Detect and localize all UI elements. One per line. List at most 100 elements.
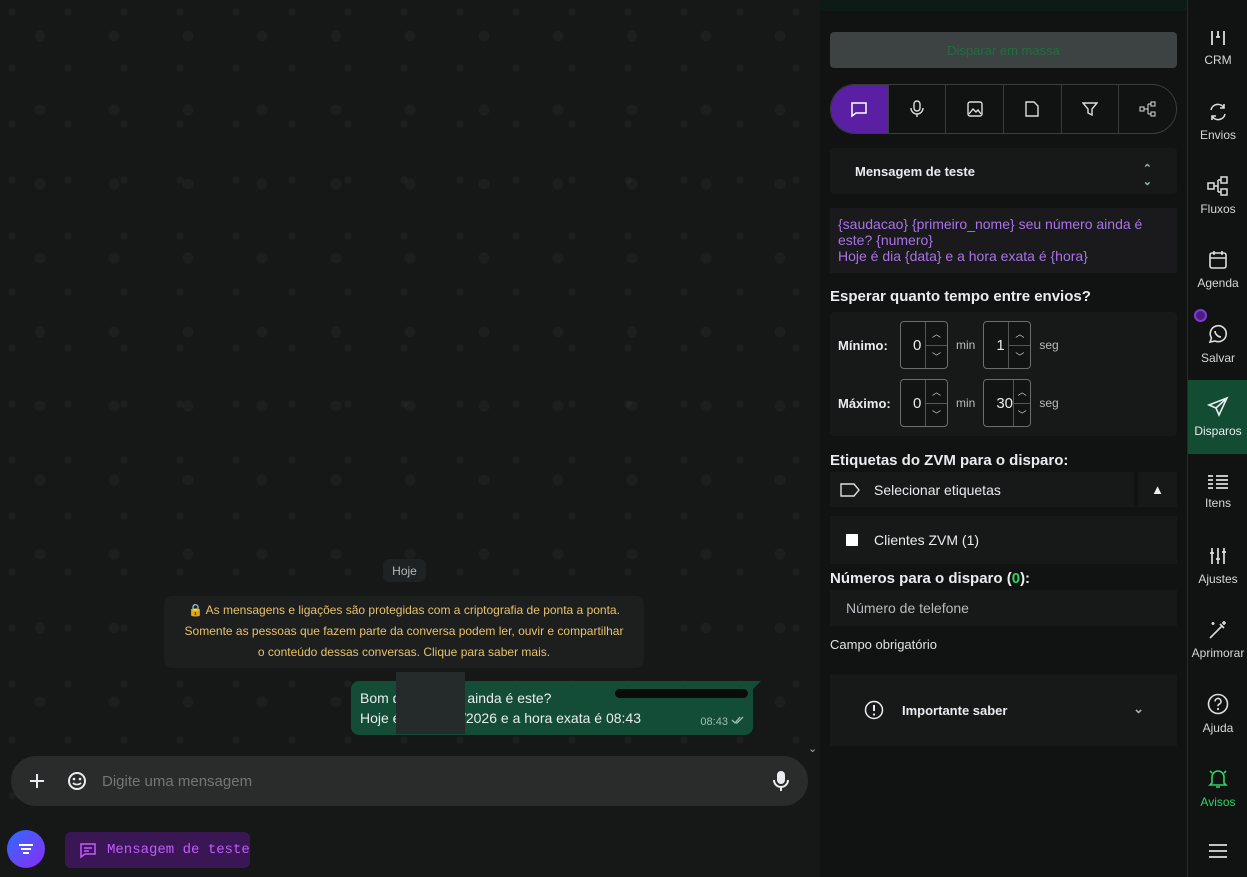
nav-agenda[interactable]: Agenda — [1188, 233, 1247, 307]
nav-crm[interactable]: CRM — [1188, 11, 1247, 85]
tags-select-label: Selecionar etiquetas — [874, 481, 1001, 498]
stepper: ︿ ﹀ — [1013, 380, 1031, 427]
message-template-text[interactable]: {saudacao} {primeiro_nome} seu número ai… — [830, 208, 1177, 273]
chevron-down-icon[interactable]: ﹀ — [926, 404, 947, 427]
chevron-down-icon[interactable]: ﹀ — [1014, 404, 1030, 427]
wait-settings: Mínimo: 0 ︿ ﹀ min 1 ︿ ﹀ seg Máximo: 0 ︿ ﹀ min … — [830, 312, 1177, 436]
important-label: Importante saber — [902, 702, 1008, 718]
tags-select[interactable]: Selecionar etiquetas — [830, 472, 1134, 507]
template-select[interactable]: Mensagem de teste ⌃ ⌄ — [830, 148, 1177, 194]
filter-lines-icon — [19, 844, 33, 854]
tag-icon — [840, 482, 860, 497]
chevron-up-icon[interactable]: ︿ — [926, 322, 947, 346]
tab-flow[interactable] — [1118, 85, 1176, 133]
chat-area: Hoje 🔒 As mensagens e ligações são prote… — [0, 0, 820, 820]
encryption-notice[interactable]: 🔒 As mensagens e ligações são protegidas… — [164, 596, 644, 668]
nav-label: Agenda — [1197, 276, 1239, 290]
tag-option[interactable]: Clientes ZVM (1) — [830, 516, 1177, 564]
max-label: Máximo: — [838, 395, 891, 411]
tab-text[interactable] — [831, 85, 888, 133]
plus-icon[interactable] — [27, 771, 47, 791]
phone-input[interactable]: Número de telefone — [830, 590, 1177, 626]
chevron-down-icon[interactable]: ﹀ — [926, 346, 947, 369]
chevron-up-icon[interactable]: ︿ — [926, 380, 947, 404]
nav-label: Disparos — [1194, 424, 1242, 438]
max-row: Máximo: 0 ︿ ﹀ min 30 ︿ ﹀ seg — [838, 379, 1067, 427]
wait-title: Esperar quanto tempo entre envios? — [830, 288, 1091, 305]
min-minutes-input[interactable]: 0 ︿ ﹀ — [900, 321, 948, 369]
tab-image[interactable] — [945, 85, 1003, 133]
sliders-icon — [1210, 548, 1226, 564]
required-hint: Campo obrigatório — [830, 637, 937, 652]
chevron-up-icon[interactable]: ︿ — [1014, 380, 1031, 404]
message-time: 08:43 — [700, 712, 745, 732]
mic-icon[interactable] — [773, 770, 789, 792]
nav-ajustes[interactable]: Ajustes — [1188, 529, 1247, 603]
side-nav: CRM Envios Fluxos Agenda Salvar Disparos… — [1187, 0, 1247, 877]
lock-icon: 🔒 — [188, 603, 206, 617]
max-seconds-input[interactable]: 30 ︿ ﹀ — [983, 379, 1032, 427]
important-accordion[interactable]: Importante saber ⌄ — [830, 674, 1177, 746]
chat-icon — [851, 102, 868, 118]
bell-icon — [1208, 770, 1228, 788]
tab-filter[interactable] — [1060, 85, 1119, 133]
triangle-up-icon: ▲ — [1151, 482, 1164, 497]
min-label: Mínimo: — [838, 337, 888, 353]
nav-avisos[interactable]: Avisos — [1188, 751, 1247, 825]
checkbox[interactable] — [846, 534, 858, 546]
nav-itens[interactable]: Itens — [1188, 455, 1247, 529]
chevron-down-icon: ⌄ — [1133, 701, 1144, 716]
tags-title: Etiquetas do ZVM para o disparo: — [830, 452, 1069, 469]
nav-label: Itens — [1204, 496, 1231, 510]
chevron-updown-icon: ⌃ ⌄ — [1142, 163, 1152, 188]
nav-label: Salvar — [1200, 351, 1235, 365]
numbers-title-post: ): — [1020, 570, 1031, 587]
encryption-text-3: o conteúdo dessas conversas. Clique para… — [257, 645, 551, 659]
nav-label: Fluxos — [1200, 202, 1236, 216]
message-type-tabs — [830, 84, 1177, 134]
flow-icon — [1207, 176, 1228, 196]
composer — [11, 756, 808, 806]
min-unit: min — [956, 396, 976, 410]
double-check-icon — [731, 716, 744, 724]
tags-toggle-button[interactable]: ▲ — [1138, 472, 1177, 507]
tab-file[interactable] — [1003, 85, 1061, 133]
nav-label: Ajustes — [1198, 572, 1238, 586]
quick-message-chip[interactable]: Mensagem de teste — [65, 832, 250, 868]
max-minutes-input[interactable]: 0 ︿ ﹀ — [900, 379, 948, 427]
chevron-down-icon[interactable]: ﹀ — [1009, 346, 1030, 369]
encryption-text-2: Somente as pessoas que fazem parte da co… — [184, 624, 624, 638]
help-icon — [1207, 693, 1229, 715]
nav-aprimorar[interactable]: Aprimorar — [1188, 603, 1247, 677]
stepper: ︿ ﹀ — [925, 322, 947, 368]
tag-option-label: Clientes ZVM (1) — [874, 532, 980, 548]
tab-audio[interactable] — [887, 85, 946, 133]
filter-button[interactable] — [7, 830, 45, 868]
sec-unit: seg — [1039, 338, 1059, 352]
encryption-text-1: As mensagens e ligações são protegidas c… — [205, 603, 620, 617]
encryption-line: 🔒 As mensagens e ligações são protegidas… — [164, 600, 644, 621]
message-input[interactable] — [102, 772, 702, 790]
chip-label: Mensagem de teste — [107, 842, 250, 858]
chevron-up-icon[interactable]: ︿ — [1009, 322, 1031, 346]
min-minutes-value: 0 — [913, 336, 922, 354]
nav-menu[interactable] — [1188, 826, 1247, 876]
max-seconds-value: 30 — [996, 394, 1014, 412]
hamburger-icon — [1209, 844, 1227, 858]
nav-disparos[interactable]: Disparos — [1188, 380, 1247, 454]
nav-label: Aprimorar — [1191, 646, 1245, 660]
mic-icon — [910, 100, 924, 117]
scroll-down-icon[interactable]: ⌄ — [808, 742, 817, 755]
broadcast-panel: Disparar em massa Mensagem de teste ⌃ ⌄ {s… — [820, 0, 1187, 877]
nav-label: Avisos — [1200, 795, 1236, 809]
mass-send-button[interactable]: Disparar em massa — [830, 32, 1177, 68]
send-icon — [1207, 396, 1229, 417]
min-seconds-input[interactable]: 1 ︿ ﹀ — [983, 321, 1032, 369]
nav-envios[interactable]: Envios — [1188, 85, 1247, 159]
nav-ajuda[interactable]: Ajuda — [1188, 677, 1247, 751]
status-dot — [1194, 309, 1207, 322]
refresh-icon — [1210, 103, 1226, 121]
sticker-icon[interactable] — [65, 769, 89, 793]
image-icon — [966, 101, 983, 117]
nav-fluxos[interactable]: Fluxos — [1188, 159, 1247, 233]
